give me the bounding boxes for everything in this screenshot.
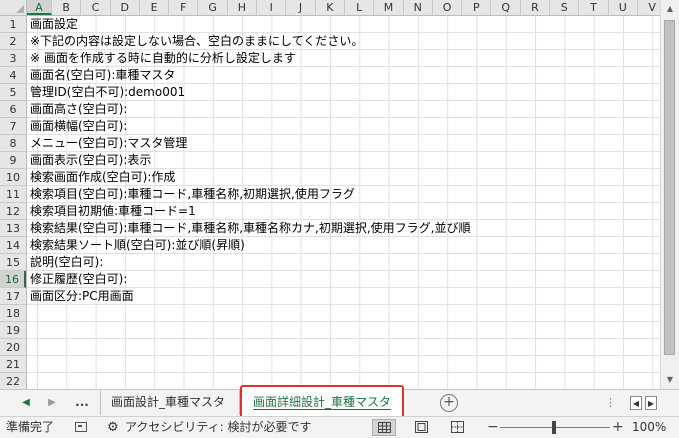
cell-a2[interactable]: ※下記の内容は設定しない場合、空白のままにしてください。 [30,33,363,50]
row-header[interactable]: 13 [0,220,26,237]
cell-a15[interactable]: 説明(空白可): [30,254,103,271]
cell-a8[interactable]: メニュー(空白可):マスタ管理 [30,135,187,152]
column-header[interactable]: R [521,0,551,15]
cell-a13[interactable]: 検索結果(空白可):車種コード,車種名称,車種名称カナ,初期選択,使用フラグ,並… [30,220,470,237]
row-header[interactable]: 9 [0,152,26,169]
page-break-view-button[interactable] [446,419,470,436]
select-all-triangle-icon [16,5,24,13]
row-header[interactable]: 21 [0,356,26,373]
column-header[interactable]: P [462,0,492,15]
accessibility-status[interactable]: アクセシビリティ: 検討が必要です [125,417,312,438]
row-header[interactable]: 11 [0,186,26,203]
spreadsheet-grid[interactable]: ABCDEFGHIJKLMNOPQRSTUV 1 2 3 4 5 6 7 8 9 10 11 12 13… [0,0,660,389]
column-header[interactable]: L [345,0,375,15]
column-header[interactable]: K [316,0,345,15]
cell-a6[interactable]: 画面高さ(空白可): [30,101,127,118]
column-header[interactable]: A [27,0,52,15]
tab-prev-icon[interactable]: ◀ [18,394,34,412]
vertical-scroll-thumb[interactable] [664,20,675,355]
row-header[interactable]: 7 [0,118,26,135]
add-sheet-button[interactable]: + [440,394,458,412]
row-header[interactable]: 15 [0,254,26,271]
column-headers: ABCDEFGHIJKLMNOPQRSTUV [27,0,660,16]
hscroll-right-icon[interactable]: ▶ [645,396,657,410]
row-header[interactable]: 12 [0,203,26,220]
vertical-scrollbar[interactable]: ▲ ▼ [660,0,679,389]
row-header[interactable]: 17 [0,288,26,305]
cell-a3[interactable]: ※ 画面を作成する時に自動的に分析し設定します [30,50,296,67]
sheet-tab-bar: ◀ ▶ ... 画面設計_車種マスタ 画面詳細設計_車種マスタ + ⋮ ◀ ▶ [0,385,679,419]
row-header[interactable]: 20 [0,339,26,356]
select-all-corner[interactable] [0,0,27,16]
cell-area[interactable]: 画面設定 ※下記の内容は設定しない場合、空白のままにしてください。 ※ 画面を作成す… [27,16,660,389]
zoom-slider-thumb[interactable] [552,421,556,434]
accessibility-icon[interactable]: ⚙ [107,419,119,436]
cell-a12[interactable]: 検索項目初期値:車種コード=1 [30,203,196,220]
column-header[interactable]: H [228,0,258,15]
hscroll-left-icon[interactable]: ◀ [630,396,642,410]
tab-next-icon[interactable]: ▶ [44,394,60,412]
column-header[interactable]: M [374,0,404,15]
column-header[interactable]: N [404,0,433,15]
row-header[interactable]: 3 [0,50,26,67]
status-ready-text: 準備完了 [6,420,55,434]
status-bar: 準備完了 ⚙ アクセシビリティ: 検討が必要です − + 100% [0,416,679,438]
zoom-in-button[interactable]: + [612,417,624,437]
page-break-icon [451,421,464,433]
row-header[interactable]: 16 [0,271,26,288]
cell-a7[interactable]: 画面横幅(空白可): [30,118,127,135]
zoom-level[interactable]: 100% [632,417,666,438]
row-header[interactable]: 19 [0,322,26,339]
row-header[interactable]: 6 [0,101,26,118]
row-header[interactable]: 4 [0,67,26,84]
column-header[interactable]: C [81,0,111,15]
cell-a4[interactable]: 画面名(空白可):車種マスタ [30,67,175,84]
column-header[interactable]: G [199,0,228,15]
column-header[interactable]: Q [492,0,521,15]
normal-view-icon [378,422,391,433]
page-layout-view-button[interactable] [410,419,434,436]
sheet-tab-screen-detail-design[interactable]: 画面詳細設計_車種マスタ [240,385,404,419]
cell-a17[interactable]: 画面区分:PC用画面 [30,288,134,305]
row-header[interactable]: 2 [0,33,26,50]
normal-view-button[interactable] [372,419,396,436]
row-header[interactable]: 8 [0,135,26,152]
row-header[interactable]: 22 [0,373,26,389]
cell-a5[interactable]: 管理ID(空白不可):demo001 [30,84,185,101]
sheet-tab-screen-design[interactable]: 画面設計_車種マスタ [100,390,240,415]
cell-a16[interactable]: 修正履歴(空白可): [30,271,127,288]
column-header[interactable]: O [433,0,463,15]
page-layout-icon [415,421,428,433]
row-header[interactable]: 14 [0,237,26,254]
cell-a14[interactable]: 検索結果ソート順(空白可):並び順(昇順) [30,237,245,254]
column-header[interactable]: T [579,0,609,15]
column-header[interactable]: S [550,0,580,15]
cell-a11[interactable]: 検索項目(空白可):車種コード,車種名称,初期選択,使用フラグ [30,186,355,203]
column-header[interactable]: D [111,0,140,15]
macro-record-icon[interactable] [75,422,87,432]
tab-more-button[interactable]: ... [72,393,92,413]
cell-a10[interactable]: 検索画面作成(空白可):作成 [30,169,175,186]
column-header[interactable]: E [140,0,170,15]
column-header[interactable]: I [257,0,287,15]
column-header[interactable]: F [169,0,199,15]
zoom-out-button[interactable]: − [487,417,499,437]
column-header[interactable]: U [609,0,638,15]
cell-a9[interactable]: 画面表示(空白可):表示 [30,152,151,169]
column-header[interactable]: B [52,0,82,15]
row-header[interactable]: 18 [0,305,26,322]
scroll-up-icon[interactable]: ▲ [662,2,678,16]
cell-a1[interactable]: 画面設定 [30,16,78,33]
row-header[interactable]: 1 [0,16,26,33]
row-header[interactable]: 10 [0,169,26,186]
column-header[interactable]: J [286,0,316,15]
tab-split-handle[interactable]: ⋮ [605,394,616,412]
row-headers: 1 2 3 4 5 6 7 8 9 10 11 12 13 14 15 16 17 18 19 20 21 22 [0,16,27,389]
scroll-down-icon[interactable]: ▼ [662,373,678,387]
column-header[interactable]: V [638,0,660,15]
row-header[interactable]: 5 [0,84,26,101]
